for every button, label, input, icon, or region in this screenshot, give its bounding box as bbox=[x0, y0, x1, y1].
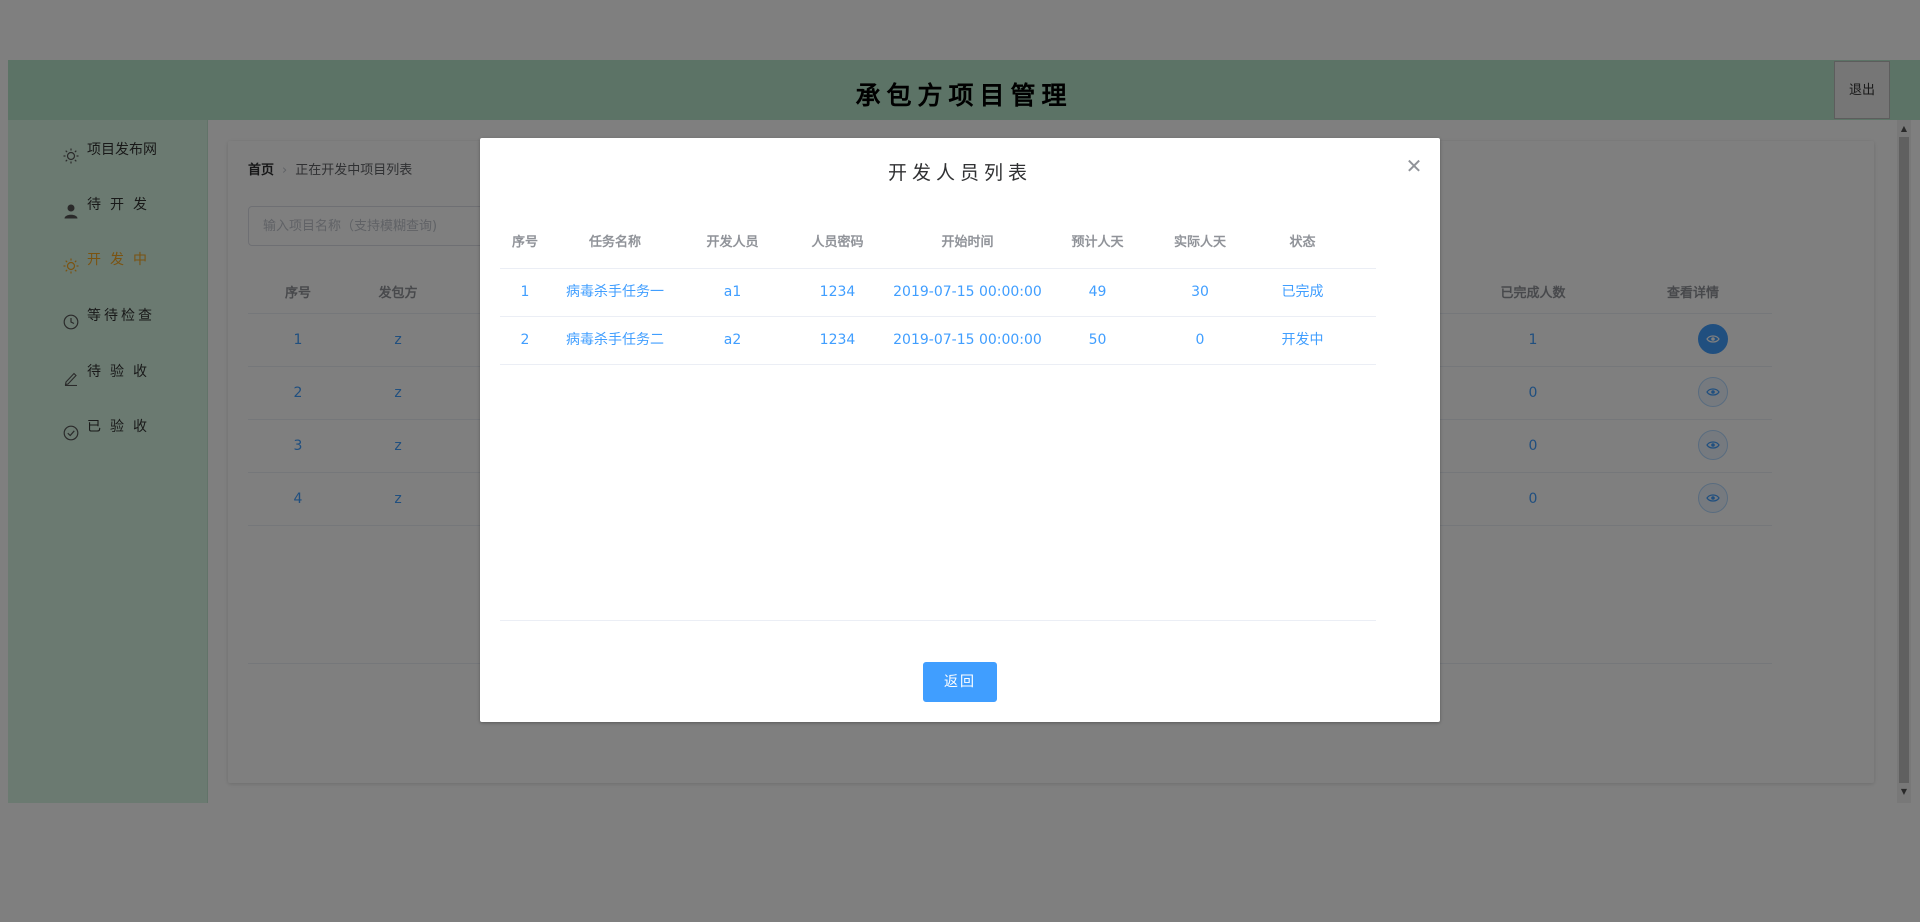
column-header-task: 任务名称 bbox=[588, 235, 641, 250]
cell-developer: a1 bbox=[723, 284, 742, 300]
column-header-index: 序号 bbox=[511, 235, 538, 250]
cell-index: 1 bbox=[520, 284, 530, 300]
developer-list-dialog: 开发人员列表 ✕ 序号 任务名称 开发人员 人员密码 开始时间 预计人天 实际人… bbox=[480, 138, 1440, 722]
back-button[interactable]: 返回 bbox=[923, 662, 997, 702]
cell-password: 1234 bbox=[819, 284, 856, 300]
cell-task: 病毒杀手任务二 bbox=[566, 332, 664, 348]
cell-estimated-days: 50 bbox=[1088, 332, 1107, 348]
column-header-password: 人员密码 bbox=[811, 235, 864, 250]
column-header-status: 状态 bbox=[1289, 235, 1316, 250]
cell-actual-days: 0 bbox=[1195, 332, 1205, 348]
row-divider bbox=[500, 364, 1376, 365]
cell-status: 已完成 bbox=[1281, 284, 1324, 300]
cell-actual-days: 30 bbox=[1191, 284, 1209, 300]
column-header-estimated-days: 预计人天 bbox=[1071, 235, 1124, 250]
column-header-start-time: 开始时间 bbox=[941, 235, 994, 250]
dialog-title: 开发人员列表 bbox=[887, 162, 1032, 184]
cell-start-time: 2019-07-15 00:00:00 bbox=[893, 332, 1042, 348]
cell-start-time: 2019-07-15 00:00:00 bbox=[893, 284, 1042, 300]
column-header-actual-days: 实际人天 bbox=[1173, 235, 1226, 250]
cell-developer: a2 bbox=[723, 332, 742, 348]
cell-password: 1234 bbox=[819, 332, 856, 348]
cell-task: 病毒杀手任务一 bbox=[566, 284, 664, 300]
cell-estimated-days: 49 bbox=[1088, 284, 1107, 300]
cell-status: 开发中 bbox=[1281, 332, 1324, 348]
close-icon[interactable]: ✕ bbox=[1402, 154, 1426, 178]
table-bottom-divider bbox=[500, 620, 1376, 621]
column-header-developer: 开发人员 bbox=[706, 235, 759, 250]
cell-index: 2 bbox=[520, 332, 530, 348]
